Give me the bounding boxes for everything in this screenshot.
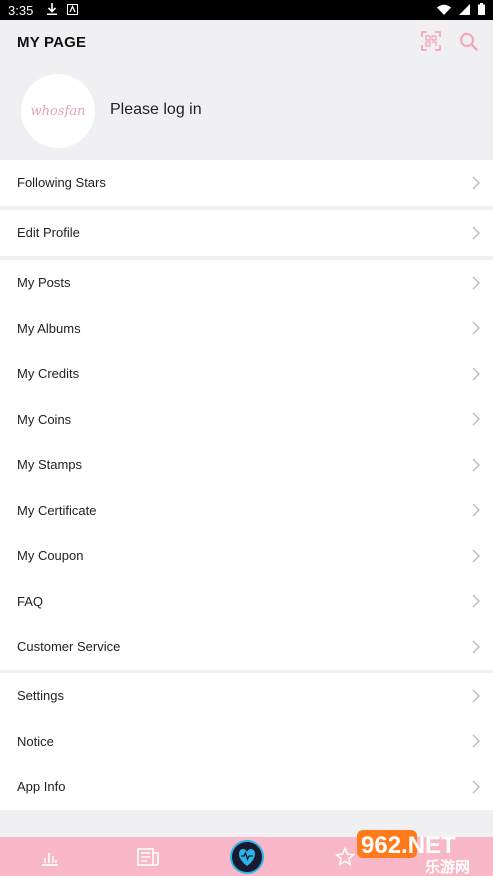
whosfan-logo: whosfan bbox=[30, 103, 86, 119]
menu-item-notice[interactable]: Notice bbox=[0, 719, 493, 765]
chevron-right-icon bbox=[472, 458, 480, 472]
menu-item-label: Notice bbox=[17, 733, 54, 749]
menu-group-content: My Posts My Albums My Credits My Coins M… bbox=[0, 260, 493, 670]
menu-item-edit-profile[interactable]: Edit Profile bbox=[0, 210, 493, 256]
chevron-right-icon bbox=[472, 412, 480, 426]
menu-item-my-stamps[interactable]: My Stamps bbox=[0, 442, 493, 488]
news-icon bbox=[137, 847, 159, 866]
watermark-text: 962.NET bbox=[361, 832, 456, 859]
watermark: 962.NET 乐游网 bbox=[353, 826, 493, 876]
menu-item-following-stars[interactable]: Following Stars bbox=[0, 160, 493, 206]
download-icon bbox=[47, 2, 58, 18]
menu-item-label: Following Stars bbox=[17, 175, 106, 191]
menu-item-label: My Stamps bbox=[17, 457, 83, 473]
status-right bbox=[437, 2, 485, 18]
chevron-right-icon bbox=[472, 367, 480, 381]
login-prompt[interactable]: Please log in bbox=[110, 101, 202, 119]
profile-header: MY PAGE whosfan Please log in bbox=[0, 20, 493, 160]
star-icon bbox=[335, 846, 355, 866]
chevron-right-icon bbox=[472, 640, 480, 654]
menu-item-label: My Posts bbox=[17, 275, 71, 291]
menu-item-label: FAQ bbox=[17, 593, 44, 609]
menu-item-label: My Credits bbox=[17, 366, 80, 382]
menu-item-app-info[interactable]: App Info bbox=[0, 764, 493, 810]
hmd-logo-icon bbox=[230, 839, 264, 874]
nav-ranking-tab[interactable] bbox=[30, 837, 70, 876]
chevron-right-icon bbox=[472, 734, 480, 748]
menu-item-faq[interactable]: FAQ bbox=[0, 579, 493, 625]
menu-item-my-coupon[interactable]: My Coupon bbox=[0, 533, 493, 579]
menu-item-my-albums[interactable]: My Albums bbox=[0, 306, 493, 352]
menu-group-profile: Edit Profile bbox=[0, 210, 493, 256]
menu-item-label: Settings bbox=[17, 688, 64, 704]
chevron-right-icon bbox=[472, 689, 480, 703]
menu-item-my-coins[interactable]: My Coins bbox=[0, 397, 493, 443]
watermark-logo: 962.NET 乐游网 bbox=[357, 830, 470, 876]
chevron-right-icon bbox=[472, 176, 480, 190]
chevron-right-icon bbox=[472, 780, 480, 794]
nav-news-tab[interactable] bbox=[128, 837, 168, 876]
chart-icon bbox=[42, 852, 58, 866]
status-time: 3:35 bbox=[8, 2, 34, 18]
watermark-subtext: 乐游网 bbox=[425, 858, 470, 876]
menu-item-my-posts[interactable]: My Posts bbox=[0, 260, 493, 306]
search-button[interactable] bbox=[457, 30, 479, 52]
status-bar: 3:35 bbox=[0, 0, 493, 20]
avatar[interactable]: whosfan bbox=[21, 74, 95, 148]
menu-item-label: My Albums bbox=[17, 320, 81, 336]
menu-item-my-credits[interactable]: My Credits bbox=[0, 351, 493, 397]
menu-group-stars: Following Stars bbox=[0, 160, 493, 206]
menu-item-label: My Certificate bbox=[17, 502, 97, 518]
menu-item-label: My Coins bbox=[17, 411, 72, 427]
nav-home-tab[interactable] bbox=[228, 837, 266, 876]
chevron-right-icon bbox=[472, 321, 480, 335]
qr-scan-icon bbox=[421, 31, 441, 51]
notification-app-icon bbox=[67, 3, 79, 18]
menu-item-customer-service[interactable]: Customer Service bbox=[0, 624, 493, 670]
chevron-right-icon bbox=[472, 594, 480, 608]
chevron-right-icon bbox=[472, 549, 480, 563]
battery-icon bbox=[478, 2, 485, 18]
chevron-right-icon bbox=[472, 503, 480, 517]
qr-scan-button[interactable] bbox=[420, 30, 442, 52]
page-title: MY PAGE bbox=[17, 34, 87, 51]
menu-item-label: App Info bbox=[17, 779, 66, 795]
chevron-right-icon bbox=[472, 226, 480, 240]
menu-item-label: My Coupon bbox=[17, 548, 84, 564]
menu-item-settings[interactable]: Settings bbox=[0, 673, 493, 719]
chevron-right-icon bbox=[472, 276, 480, 290]
menu-item-label: Customer Service bbox=[17, 639, 121, 655]
signal-icon bbox=[459, 3, 470, 18]
wifi-icon bbox=[437, 3, 451, 18]
menu-item-my-certificate[interactable]: My Certificate bbox=[0, 488, 493, 534]
search-icon bbox=[459, 32, 478, 51]
menu-group-app: Settings Notice App Info bbox=[0, 673, 493, 810]
menu-item-label: Edit Profile bbox=[17, 225, 80, 241]
